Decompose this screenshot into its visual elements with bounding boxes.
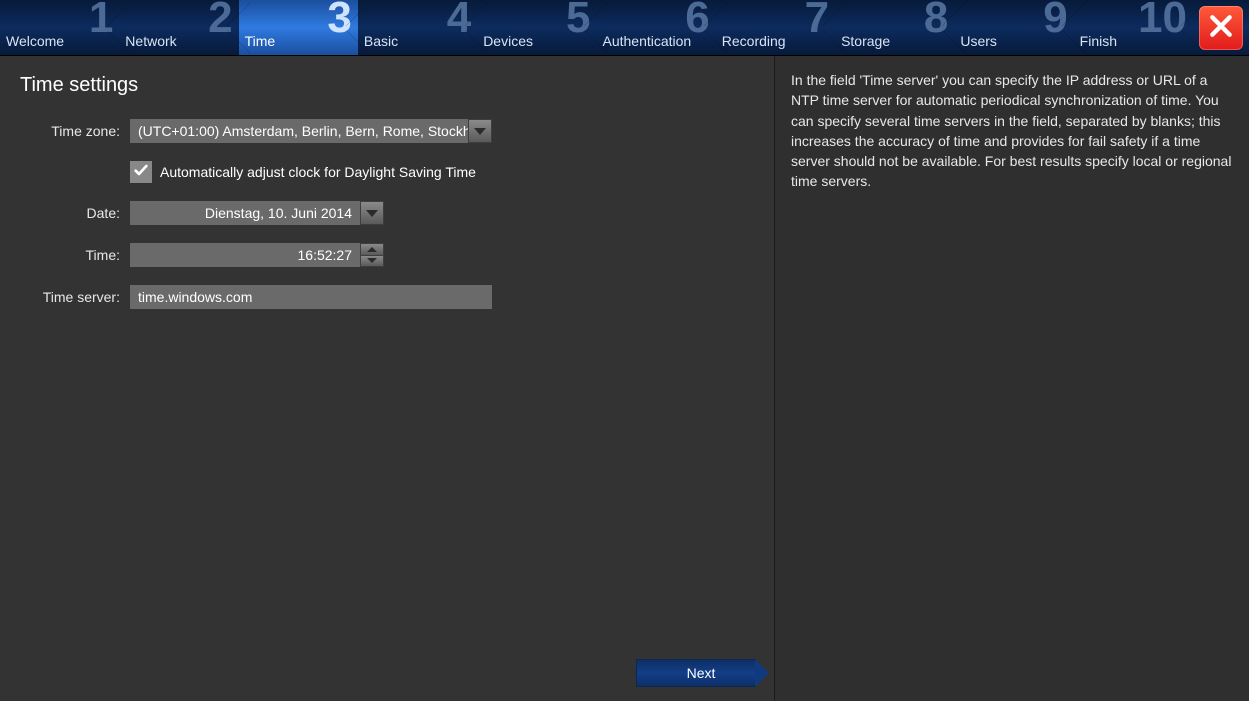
wizard-step-welcome[interactable]: 1 Welcome [0, 0, 119, 55]
step-number: 2 [208, 0, 232, 40]
step-number: 5 [566, 0, 590, 40]
step-label: Devices [483, 33, 533, 49]
time-field[interactable]: 16:52:27 [130, 243, 360, 267]
page-title: Time settings [20, 74, 754, 97]
time-spinner-down[interactable] [361, 255, 383, 267]
wizard-step-network[interactable]: 2 Network [119, 0, 238, 55]
chevron-down-icon [366, 210, 378, 217]
next-button[interactable]: Next [636, 659, 756, 687]
time-label: Time: [20, 247, 130, 263]
date-picker-button[interactable] [360, 201, 384, 225]
chevron-up-icon [367, 247, 377, 252]
timeserver-label: Time server: [20, 289, 130, 305]
date-field[interactable]: Dienstag, 10. Juni 2014 [130, 201, 360, 225]
step-label: Recording [722, 33, 786, 49]
wizard-step-finish[interactable]: 10 Finish [1074, 0, 1193, 55]
step-label: Finish [1080, 33, 1117, 49]
help-text: In the field 'Time server' you can speci… [791, 70, 1233, 192]
step-label: Authentication [602, 33, 691, 49]
wizard-step-devices[interactable]: 5 Devices [477, 0, 596, 55]
dst-checkbox-label: Automatically adjust clock for Daylight … [160, 164, 476, 180]
step-label: Welcome [6, 33, 64, 49]
wizard-step-authentication[interactable]: 6 Authentication [596, 0, 715, 55]
timeserver-input[interactable] [130, 285, 492, 309]
step-label: Time [245, 33, 276, 49]
close-button[interactable] [1199, 6, 1243, 50]
wizard-step-users[interactable]: 9 Users [954, 0, 1073, 55]
time-spinner [360, 243, 384, 267]
step-label: Basic [364, 33, 398, 49]
step-label: Storage [841, 33, 890, 49]
wizard-step-storage[interactable]: 8 Storage [835, 0, 954, 55]
check-icon [133, 162, 149, 183]
timezone-value: (UTC+01:00) Amsterdam, Berlin, Bern, Rom… [130, 119, 468, 143]
close-icon [1208, 13, 1234, 44]
step-number: 3 [327, 0, 351, 40]
step-number: 9 [1043, 0, 1067, 40]
date-label: Date: [20, 205, 130, 221]
step-number: 7 [805, 0, 829, 40]
chevron-down-icon [474, 128, 486, 135]
step-label: Users [960, 33, 997, 49]
wizard-step-basic[interactable]: 4 Basic [358, 0, 477, 55]
chevron-down-icon [367, 258, 377, 263]
time-spinner-up[interactable] [361, 244, 383, 255]
step-number: 8 [924, 0, 948, 40]
step-number: 10 [1138, 0, 1187, 40]
wizard-step-bar: 1 Welcome 2 Network 3 Time 4 Basic 5 Dev… [0, 0, 1249, 56]
timezone-dropdown[interactable]: (UTC+01:00) Amsterdam, Berlin, Bern, Rom… [130, 119, 492, 143]
dst-checkbox[interactable] [130, 161, 152, 183]
wizard-step-time[interactable]: 3 Time [239, 0, 358, 55]
wizard-step-recording[interactable]: 7 Recording [716, 0, 835, 55]
next-button-label: Next [687, 665, 716, 681]
step-label: Network [125, 33, 176, 49]
step-number: 1 [89, 0, 113, 40]
timezone-label: Time zone: [20, 123, 130, 139]
timezone-dropdown-button[interactable] [468, 119, 492, 143]
step-number: 4 [447, 0, 471, 40]
help-panel: In the field 'Time server' you can speci… [775, 56, 1249, 701]
settings-panel: Time settings Time zone: (UTC+01:00) Ams… [0, 56, 775, 701]
